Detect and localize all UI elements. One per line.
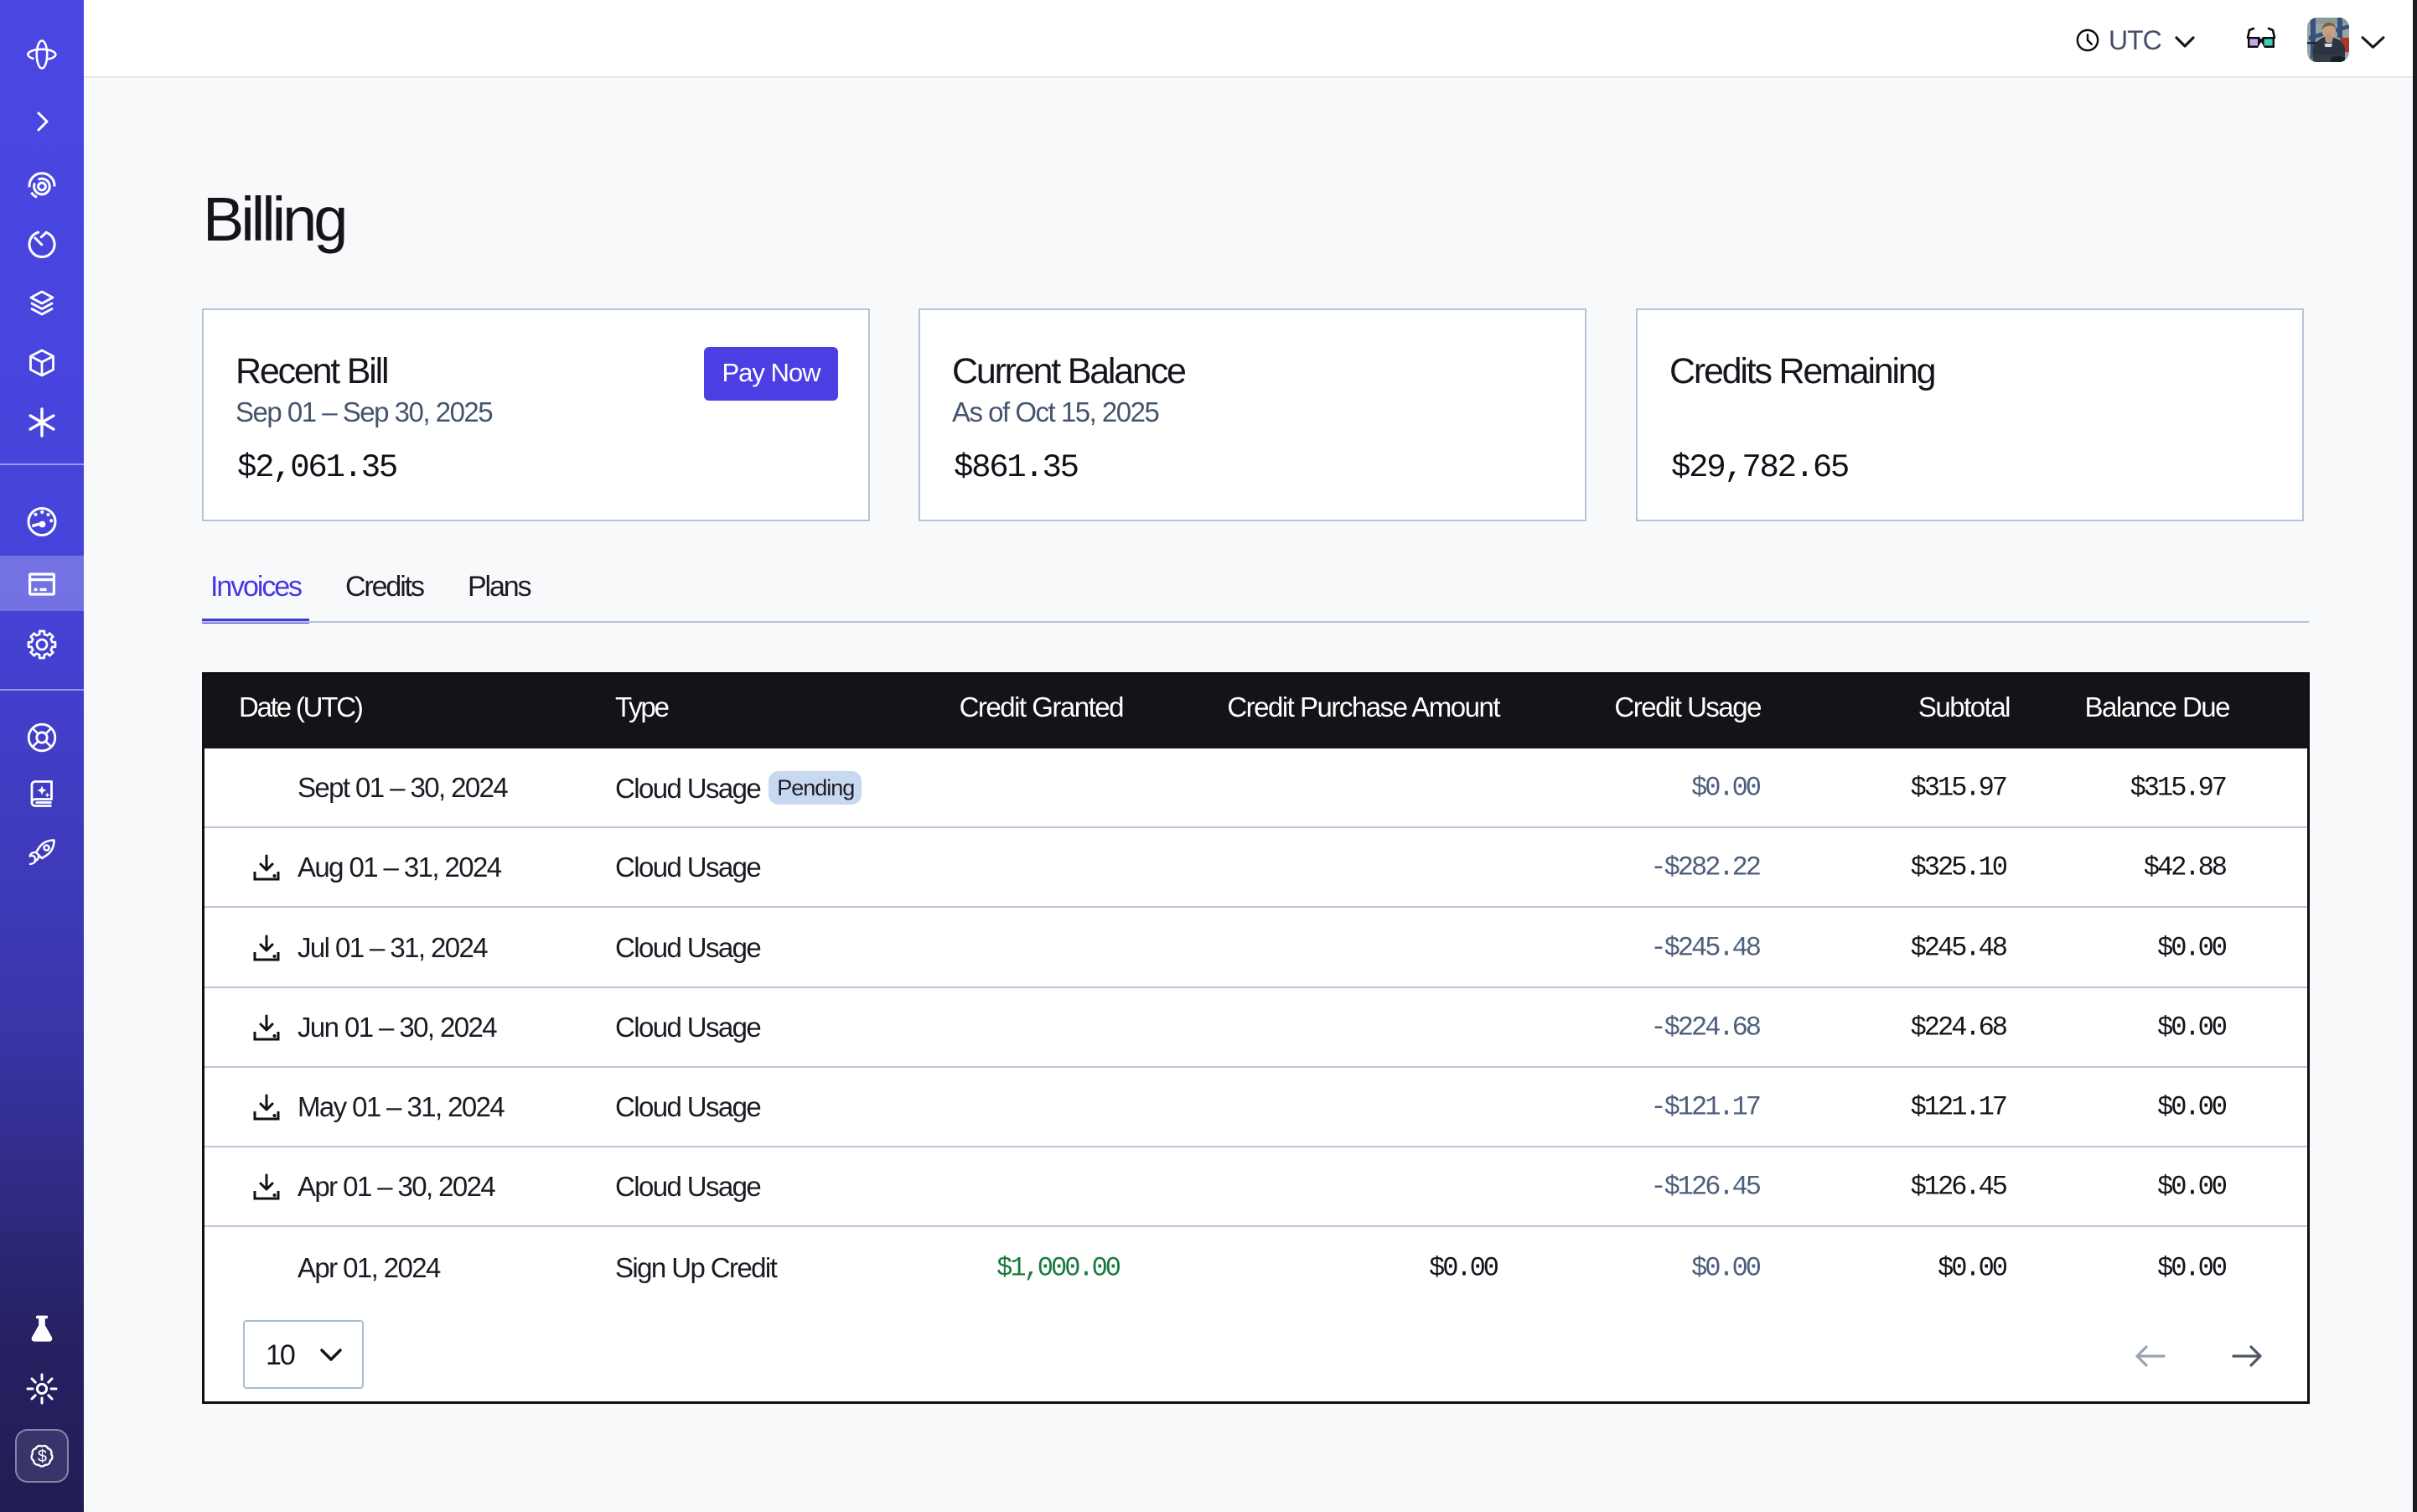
svg-text:$: $ — [38, 1447, 47, 1466]
